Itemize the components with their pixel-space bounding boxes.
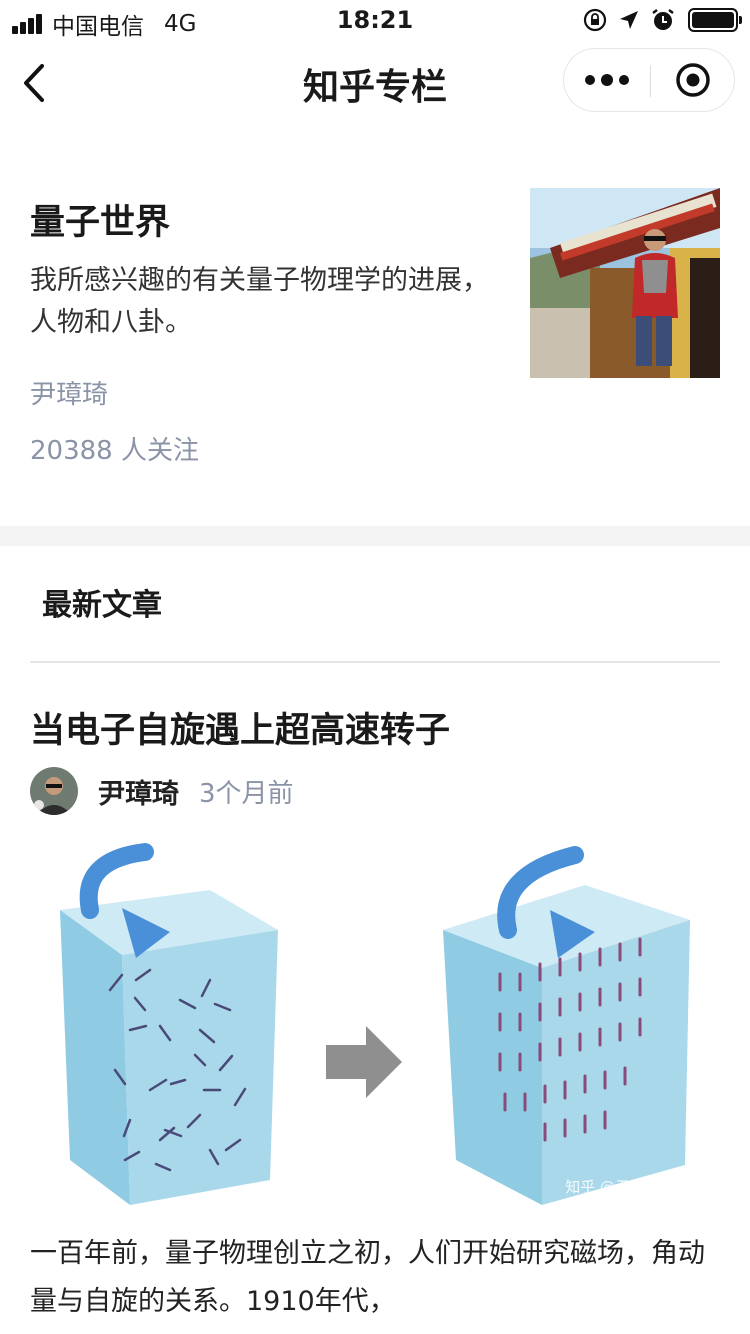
location-icon <box>620 11 638 29</box>
latest-articles-heading: 最新文章 <box>42 588 162 623</box>
avatar[interactable] <box>30 767 78 815</box>
column-author-link[interactable]: 尹璋琦 <box>30 374 108 411</box>
article-title[interactable]: 当电子自旋遇上超高速转子 <box>30 702 450 753</box>
status-right <box>574 7 742 33</box>
column-header: 量子世界 我所感兴趣的有关量子物理学的进展，人物和八卦。 尹璋琦 20388 人… <box>0 126 750 526</box>
column-title: 量子世界 <box>30 203 171 243</box>
section-gap <box>0 526 750 546</box>
close-button[interactable] <box>651 49 735 111</box>
column-description: 我所感兴趣的有关量子物理学的进展，人物和八卦。 <box>30 265 489 338</box>
status-bar: 中国电信 4G 18:21 <box>0 0 750 40</box>
more-button[interactable] <box>564 49 650 111</box>
follower-count: 20388 人关注 <box>30 436 199 466</box>
divider <box>30 661 720 663</box>
target-close-icon <box>676 63 710 97</box>
battery-icon <box>688 8 742 32</box>
alarm-icon <box>652 9 674 30</box>
article-author-name[interactable]: 尹璋琦 <box>98 772 179 811</box>
rotation-lock-icon <box>583 8 607 32</box>
post-time: 3个月前 <box>199 778 294 809</box>
mini-program-capsule <box>563 48 735 112</box>
image-watermark: 知乎 @尹璋琦 <box>565 1178 660 1196</box>
article-excerpt[interactable]: 一百年前，量子物理创立之初，人们开始研究磁场，角动量与自旋的关系。1910年代， <box>30 1230 720 1326</box>
nav-bar: 知乎专栏 <box>0 40 750 126</box>
more-dots-icon <box>585 75 595 85</box>
article-author-row[interactable]: 尹璋琦 3个月前 <box>30 766 294 816</box>
article-illustration[interactable]: 知乎 @尹璋琦 <box>30 840 720 1210</box>
column-cover-image[interactable] <box>530 188 720 378</box>
